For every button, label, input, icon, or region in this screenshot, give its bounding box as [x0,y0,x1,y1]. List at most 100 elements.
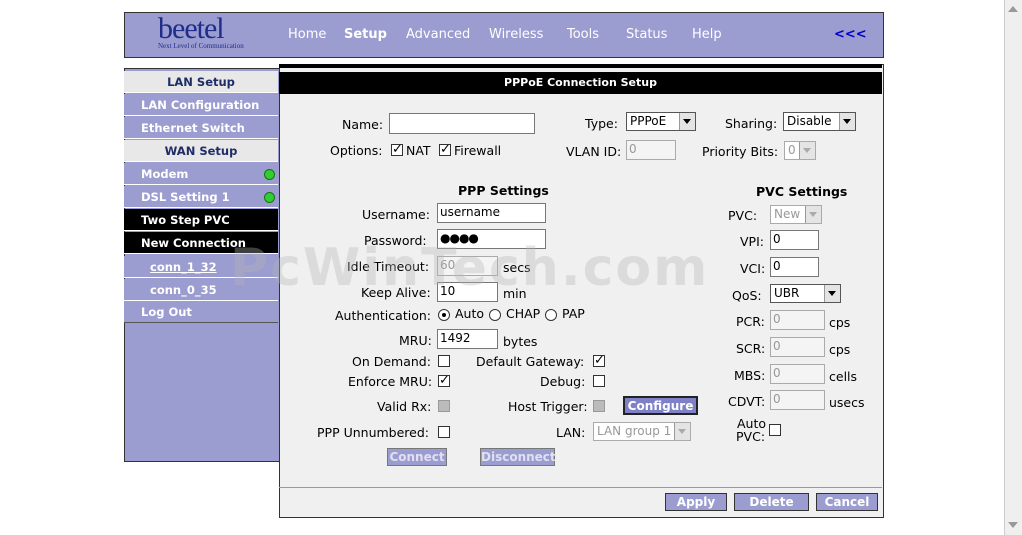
status-ok-icon [264,169,275,180]
nat-checkbox[interactable]: ✓ [391,143,403,156]
debug-label: Debug: [540,374,586,389]
cancel-button[interactable]: Cancel [816,493,878,511]
qos-value: UBR [774,286,800,300]
username-input[interactable]: username [437,203,546,223]
firewall-label: Firewall [454,143,502,158]
vci-input[interactable]: 0 [770,257,819,277]
host-trigger-label: Host Trigger: [508,399,588,414]
qos-label: QoS: [732,288,762,303]
pcr-input[interactable]: 0 [770,310,825,330]
type-label: Type: [585,116,618,131]
mbs-input[interactable]: 0 [770,364,825,384]
on-demand-checkbox[interactable] [438,355,450,367]
lan-label: LAN: [556,425,586,440]
vpi-label: VPI: [740,234,764,249]
pvc-select[interactable]: New [770,205,822,224]
scroll-down-icon[interactable] [1008,522,1018,528]
scr-unit: cps [829,342,851,357]
logo-tagline: Next Level of Communication [158,42,244,50]
default-gateway-checkbox[interactable]: ✓ [593,354,605,367]
auth-pap-radio[interactable] [545,309,557,321]
pcr-unit: cps [829,315,851,330]
name-input[interactable] [389,113,535,134]
chevron-down-icon [805,206,821,223]
mbs-label: MBS: [734,368,766,383]
cdvt-input[interactable]: 0 [770,390,825,410]
vlan-id-input[interactable]: 0 [626,140,676,160]
connect-button[interactable]: Connect [387,448,447,466]
main-top-strip [279,64,882,68]
chevron-down-icon [839,113,855,130]
sidebar-item-modem[interactable]: Modem [124,163,278,185]
pvc-settings-heading: PVC Settings [756,184,848,199]
firewall-checkbox[interactable]: ✓ [439,143,451,156]
apply-button[interactable]: Apply [665,493,727,511]
valid-rx-checkbox[interactable] [438,400,450,412]
nav-wireless[interactable]: Wireless [489,27,543,42]
nav-help[interactable]: Help [692,27,722,42]
nat-label: NAT [406,143,431,158]
mru-unit: bytes [503,334,538,349]
configure-button[interactable]: Configure [623,396,698,415]
options-label: Options: [330,143,383,158]
watermark: PcWinTech.com [230,238,710,298]
auto-pvc-label-line2: PVC: [736,429,766,444]
nav-setup[interactable]: Setup [344,27,387,42]
browser-scrollbar[interactable] [1004,0,1022,535]
auth-chap-radio[interactable] [489,309,501,321]
pvc-value: New [774,207,801,221]
lan-select[interactable]: LAN group 1 [593,422,691,441]
type-select[interactable]: PPPoE [626,112,696,131]
back-link[interactable]: <<< [834,27,867,42]
name-label: Name: [342,117,384,132]
auth-auto-radio[interactable] [438,309,450,321]
scr-input[interactable]: 0 [770,337,825,357]
nav-home[interactable]: Home [288,27,326,42]
sharing-value: Disable [787,114,832,128]
auth-chap-label: CHAP [506,306,541,321]
cdvt-label: CDVT: [728,394,766,409]
auth-auto-label: Auto [455,306,485,321]
host-trigger-checkbox[interactable] [593,400,605,412]
mru-label: MRU: [399,333,432,348]
sidebar-item-two-step-pvc[interactable]: Two Step PVC [124,209,278,231]
auto-pvc-checkbox[interactable] [769,424,781,436]
on-demand-label: On Demand: [352,354,431,369]
sidebar-item-ethernet-switch[interactable]: Ethernet Switch [124,117,278,139]
cdvt-unit: usecs [829,395,865,410]
authentication-label: Authentication: [335,308,431,323]
sharing-label: Sharing: [725,116,778,131]
mbs-unit: cells [829,369,858,384]
chevron-down-icon [824,285,840,302]
chevron-down-icon [674,423,690,440]
nav-tools[interactable]: Tools [567,27,599,42]
lan-value: LAN group 1 [597,424,672,438]
valid-rx-label: Valid Rx: [377,399,432,414]
sidebar-item-lan-configuration[interactable]: LAN Configuration [124,94,278,116]
qos-select[interactable]: UBR [770,284,841,303]
enforce-mru-checkbox[interactable]: ✓ [438,374,450,387]
mru-input[interactable]: 1492 [437,329,498,349]
nav-status[interactable]: Status [626,27,667,42]
ppp-settings-heading: PPP Settings [458,183,549,198]
pvc-label: PVC: [728,208,758,223]
footer-divider [279,487,882,488]
sidebar-item-log-out[interactable]: Log Out [124,301,278,323]
disconnect-button[interactable]: Disconnect [480,448,556,466]
pcr-label: PCR: [736,314,765,329]
nav-advanced[interactable]: Advanced [406,27,470,42]
ppp-unnumbered-label: PPP Unnumbered: [317,425,430,440]
vpi-input[interactable]: 0 [770,230,819,250]
sidebar-heading-wan-setup: WAN Setup [124,140,278,162]
sharing-select[interactable]: Disable [783,112,856,131]
priority-bits-select[interactable]: 0 [784,141,816,160]
scroll-up-icon[interactable] [1008,6,1018,12]
delete-button[interactable]: Delete [734,493,809,511]
sidebar-item-dsl-setting-1[interactable]: DSL Setting 1 [124,186,278,208]
logo-text: beetel [158,12,225,45]
debug-checkbox[interactable] [593,375,605,387]
status-ok-icon [264,192,275,203]
ppp-unnumbered-checkbox[interactable] [438,426,450,438]
enforce-mru-label: Enforce MRU: [348,374,433,389]
default-gateway-label: Default Gateway: [476,354,585,369]
